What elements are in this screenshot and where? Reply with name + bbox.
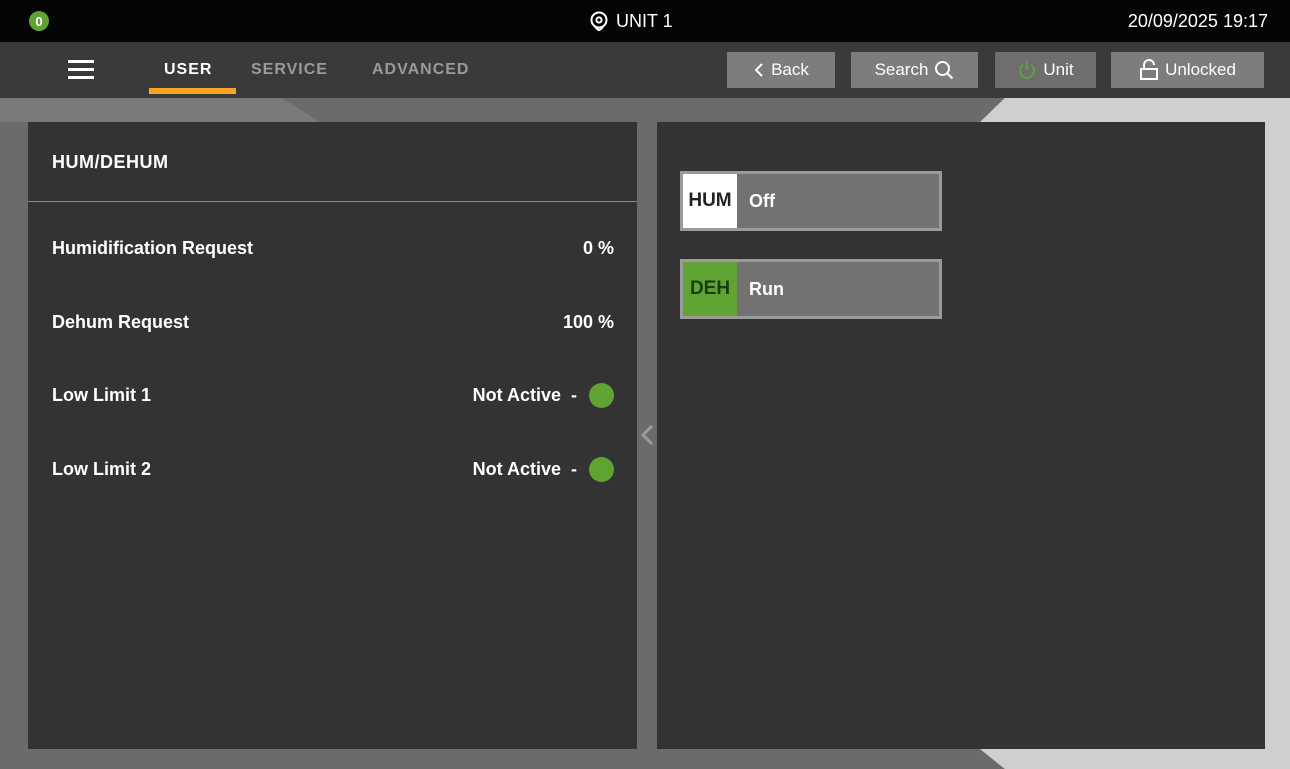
active-tab-indicator bbox=[149, 88, 236, 94]
tab-service[interactable]: SERVICE bbox=[251, 42, 328, 98]
background-stripe bbox=[980, 98, 1290, 122]
unlock-icon bbox=[1140, 59, 1159, 80]
low-limit-2-label: Low Limit 2 bbox=[52, 458, 151, 479]
lock-button[interactable]: Unlocked bbox=[1111, 52, 1264, 88]
background-stripe bbox=[980, 749, 1290, 769]
humidification-request-label: Humidification Request bbox=[52, 237, 254, 258]
tab-advanced[interactable]: ADVANCED bbox=[372, 42, 469, 98]
search-button-label: Search bbox=[874, 60, 929, 79]
low-limit-1-label: Low Limit 1 bbox=[52, 384, 151, 405]
lock-button-label: Unlocked bbox=[1165, 60, 1236, 79]
low-limit-2-value: Not Active - bbox=[472, 456, 614, 482]
panel-splitter-icon[interactable] bbox=[640, 424, 654, 446]
hum-state-label: Off bbox=[749, 190, 775, 211]
alarm-count-badge[interactable]: 0 bbox=[29, 11, 49, 31]
unit-power-button[interactable]: Unit bbox=[995, 52, 1096, 88]
search-button[interactable]: Search bbox=[851, 52, 978, 88]
panel-title: HUM/DEHUM bbox=[52, 152, 169, 172]
hum-mode-tile[interactable]: HUM Off bbox=[680, 171, 942, 231]
background-stripe bbox=[1264, 98, 1290, 769]
list-item: Humidification Request 0 % bbox=[52, 233, 614, 263]
low-limit-1-status: Not Active - bbox=[472, 384, 577, 405]
humidification-request-value: 0 % bbox=[582, 237, 614, 258]
dehum-request-label: Dehum Request bbox=[52, 311, 190, 332]
deh-state-label: Run bbox=[749, 278, 784, 299]
background-stripe bbox=[0, 98, 320, 122]
location-pin-icon bbox=[590, 11, 608, 31]
nav-bar: USER SERVICE ADVANCED Back Search Unit U… bbox=[0, 42, 1290, 98]
list-item: Dehum Request 100 % bbox=[52, 307, 614, 337]
unit-title-label: UNIT 1 bbox=[616, 10, 673, 31]
status-led-icon bbox=[589, 382, 614, 408]
menu-icon[interactable] bbox=[66, 56, 96, 84]
divider bbox=[28, 201, 637, 202]
datetime: 20/09/2025 19:17 bbox=[1127, 10, 1268, 31]
hum-dehum-panel: HUM/DEHUM Humidification Request 0 % Deh… bbox=[28, 122, 637, 749]
back-button[interactable]: Back bbox=[727, 52, 835, 88]
hum-code-label: HUM bbox=[683, 174, 737, 228]
unit-title: UNIT 1 bbox=[590, 0, 673, 42]
dehum-request-value: 100 % bbox=[562, 311, 614, 332]
list-item: Low Limit 1 Not Active - bbox=[52, 380, 614, 410]
status-bar: 0 UNIT 1 20/09/2025 19:17 bbox=[0, 0, 1290, 42]
status-led-icon bbox=[589, 456, 614, 482]
deh-mode-tile[interactable]: DEH Run bbox=[680, 259, 942, 319]
power-icon bbox=[1019, 61, 1036, 79]
unit-button-label: Unit bbox=[1043, 60, 1074, 79]
back-button-label: Back bbox=[771, 60, 809, 79]
search-icon bbox=[935, 61, 954, 80]
chevron-left-icon bbox=[754, 63, 763, 77]
low-limit-1-value: Not Active - bbox=[472, 382, 614, 408]
deh-code-label: DEH bbox=[683, 262, 737, 316]
list-item: Low Limit 2 Not Active - bbox=[52, 454, 614, 484]
low-limit-2-status: Not Active - bbox=[472, 458, 577, 479]
